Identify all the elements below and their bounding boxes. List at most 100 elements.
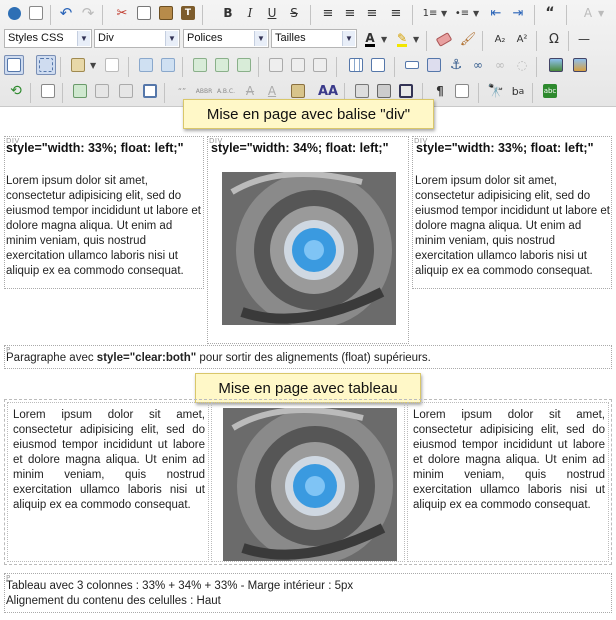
template-icon[interactable]	[38, 81, 58, 101]
anchor-icon[interactable]: ⚓	[446, 55, 466, 75]
form-field-icon[interactable]	[402, 55, 422, 75]
move-left-icon[interactable]	[190, 55, 210, 75]
div-col1-text: Lorem ipsum dolor sit amet, consectetur …	[6, 175, 201, 277]
highlight-icon[interactable]: ✎	[392, 29, 412, 49]
preview-icon[interactable]: ⟲	[6, 81, 26, 101]
toolbar-row-1: ↶ ↷ ✂ T B I U S ≡ ≡ ≡ ≡ 1≡ ▼ •≡ ▼ ⇤ ⇥ “ …	[2, 3, 614, 27]
unlink-icon[interactable]: ∞	[490, 55, 510, 75]
align-left-icon[interactable]: ≡	[340, 3, 360, 23]
font-combo[interactable]: Polices ▼	[183, 29, 269, 48]
div-column-3[interactable]: DIV style="width: 33%; float: left;" Lor…	[412, 136, 612, 289]
horizontal-rule-icon[interactable]: —	[574, 29, 594, 49]
embed-icon[interactable]: ◌	[512, 55, 532, 75]
table-cell-2[interactable]	[211, 402, 405, 562]
format-combo[interactable]: Div ▼	[94, 29, 180, 48]
text-color-icon[interactable]: A	[360, 29, 380, 49]
font-size-icon[interactable]: A	[578, 3, 598, 23]
clear-paragraph[interactable]: P Paragraphe avec style="clear:both" pou…	[4, 345, 612, 369]
move-down-icon[interactable]	[234, 55, 254, 75]
select-block-icon[interactable]	[4, 55, 24, 75]
editor-toolbar: ↶ ↷ ✂ T B I U S ≡ ≡ ≡ ≡ 1≡ ▼ •≡ ▼ ⇤ ⇥ “ …	[0, 0, 616, 107]
subscript-icon[interactable]: A₂	[490, 29, 510, 49]
move-right-icon[interactable]	[212, 55, 232, 75]
bold-icon[interactable]: B	[218, 3, 238, 23]
paste-text-icon[interactable]: T	[178, 3, 198, 23]
layout-table[interactable]: Lorem ipsum dolor sit amet, consectetur …	[4, 399, 612, 565]
footer-line-2: Alignement du contenu des celulles : Hau…	[6, 595, 221, 607]
show-blocks-icon[interactable]	[36, 55, 56, 75]
ins-icon[interactable]: A	[262, 81, 282, 101]
cut-icon[interactable]: ✂	[112, 3, 132, 23]
table-cell-1[interactable]: Lorem ipsum dolor sit amet, consectetur …	[7, 402, 209, 562]
block-down-icon[interactable]	[288, 55, 308, 75]
italic-icon[interactable]: I	[240, 3, 260, 23]
div-col3-text: Lorem ipsum dolor sit amet, consectetur …	[415, 175, 610, 277]
image-gallery-icon[interactable]	[570, 55, 590, 75]
del-icon[interactable]: A	[240, 81, 260, 101]
div-column-1[interactable]: DIV style="width: 33%; float: left;" Lor…	[4, 136, 204, 289]
block-border-icon[interactable]	[116, 81, 136, 101]
special-char-icon[interactable]: Ω	[544, 29, 564, 49]
insert-before-icon[interactable]	[136, 55, 156, 75]
div-col2-style-label: style="width: 34%; float: left;"	[211, 141, 389, 155]
eraser-icon[interactable]	[434, 29, 454, 49]
align-right-icon[interactable]: ≡	[386, 3, 406, 23]
replace-icon[interactable]: ba	[508, 81, 528, 101]
block-next-icon[interactable]	[310, 55, 330, 75]
numbered-list-icon[interactable]: 1≡	[420, 3, 440, 23]
paste-icon[interactable]	[156, 3, 176, 23]
table-cell1-text: Lorem ipsum dolor sit amet, consectetur …	[13, 409, 205, 511]
insert-after-icon[interactable]	[158, 55, 178, 75]
justify-icon[interactable]: ≡	[318, 3, 338, 23]
add-block-icon[interactable]	[70, 81, 90, 101]
spellcheck-icon[interactable]: abc	[540, 81, 560, 101]
undo-icon[interactable]: ↶	[56, 3, 76, 23]
format-painter-icon[interactable]: 🖌	[458, 29, 478, 49]
paragraph-mark-icon[interactable]: ¶	[430, 81, 450, 101]
copy-icon[interactable]	[134, 3, 154, 23]
page-break-icon[interactable]	[452, 81, 472, 101]
table-cell3-text: Lorem ipsum dolor sit amet, consectetur …	[413, 409, 605, 511]
image-icon[interactable]	[546, 55, 566, 75]
toolbar-row-3: ▼ ⚓ ∞ ∞ ◌	[2, 55, 614, 79]
div-column-2[interactable]: DIV style="width: 34%; float: left;"	[207, 136, 409, 344]
maximize-icon[interactable]	[396, 81, 416, 101]
definition-icon[interactable]	[288, 81, 308, 101]
form-button-icon[interactable]	[424, 55, 444, 75]
quote-style-icon[interactable]: “”	[172, 81, 192, 101]
table-cell-3[interactable]: Lorem ipsum dolor sit amet, consectetur …	[407, 402, 609, 562]
size-combo[interactable]: Tailles ▼	[271, 29, 357, 48]
div-col1-style-label: style="width: 33%; float: left;"	[6, 141, 184, 155]
styles-combo[interactable]: Styles CSS ▼	[4, 29, 92, 48]
block-style-icon[interactable]	[92, 81, 112, 101]
delete-block-icon[interactable]	[102, 55, 122, 75]
clear-paragraph-text: Paragraphe avec style="clear:both" pour …	[6, 352, 431, 364]
table-cell-icon[interactable]	[368, 55, 388, 75]
superscript-icon[interactable]: A²	[512, 29, 532, 49]
acronym-icon[interactable]: A.B.C.	[216, 81, 236, 101]
link-icon[interactable]: ∞	[468, 55, 488, 75]
footer-paragraph[interactable]: P Tableau avec 3 colonnes : 33% + 34% + …	[4, 573, 612, 613]
source-icon[interactable]	[4, 3, 24, 23]
abbr-icon[interactable]: ABBR	[194, 81, 214, 101]
editor-content[interactable]: Mise en page avec balise "div" DIV style…	[0, 99, 616, 620]
bullet-list-icon[interactable]: •≡	[452, 3, 472, 23]
font-style-icon[interactable]: AA	[318, 81, 338, 101]
footer-line-1: Tableau avec 3 colonnes : 33% + 34% + 33…	[6, 580, 354, 592]
redo-icon[interactable]: ↷	[78, 3, 98, 23]
align-center-icon[interactable]: ≡	[362, 3, 382, 23]
callout-div-layout: Mise en page avec balise "div"	[183, 99, 434, 129]
edit-block-icon[interactable]	[68, 55, 88, 75]
table-icon[interactable]	[346, 55, 366, 75]
outdent-icon[interactable]: ⇤	[486, 3, 506, 23]
indent-icon[interactable]: ⇥	[508, 3, 528, 23]
find-icon[interactable]: 🔭	[486, 81, 506, 101]
block-frame-icon[interactable]	[140, 81, 160, 101]
block-up-icon[interactable]	[266, 55, 286, 75]
blockquote-icon[interactable]: “	[540, 3, 560, 23]
print-icon[interactable]	[374, 81, 394, 101]
save-icon[interactable]	[352, 81, 372, 101]
underline-icon[interactable]: U	[262, 3, 282, 23]
strike-icon[interactable]: S	[284, 3, 304, 23]
new-page-icon[interactable]	[26, 3, 46, 23]
